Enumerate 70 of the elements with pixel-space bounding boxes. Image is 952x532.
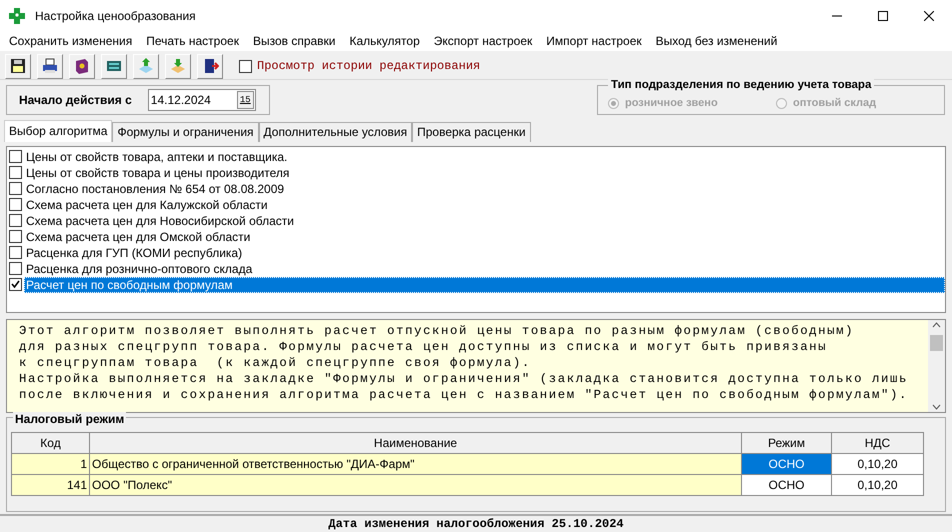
upload-icon	[137, 57, 155, 76]
table-cell: 1	[12, 454, 90, 475]
table-cell: Общество с ограниченной ответственностью "ДИА-Фарм"	[90, 454, 742, 475]
column-header[interactable]: Режим	[742, 432, 832, 454]
checkbox[interactable]	[9, 182, 22, 196]
menu-item[interactable]: Калькулятор	[342, 34, 427, 48]
table-cell: 0,10,20	[832, 474, 924, 496]
checkbox[interactable]	[9, 246, 22, 260]
calendar-button[interactable]: 15	[236, 91, 254, 110]
tab[interactable]: Выбор алгоритма	[4, 120, 112, 142]
checkbox[interactable]	[9, 278, 22, 292]
book-icon	[73, 57, 91, 76]
group-title: Тип подразделения по ведению учета товара	[608, 79, 874, 92]
checkbox[interactable]	[9, 214, 22, 228]
checkbox[interactable]	[9, 262, 22, 276]
scroll-up-icon[interactable]	[932, 322, 941, 328]
field-label: Начало действия с	[19, 93, 132, 108]
table-cell: ОСНО	[742, 474, 832, 496]
list-item[interactable]: Цены от свойств товара, аптеки и поставщика.	[24, 148, 945, 165]
list-item[interactable]: Согласно постановления № 654 от 08.08.2009	[24, 180, 945, 197]
group-title: Налоговый режим	[13, 412, 126, 426]
menu-item[interactable]: Импорт настроек	[539, 34, 649, 48]
list-item[interactable]: Расчет цен по свободным формулам	[24, 276, 945, 293]
menu-item[interactable]: Сохранить изменения	[2, 34, 140, 48]
tab[interactable]: Формулы и ограничения	[112, 122, 259, 142]
checkbox-label: Просмотр истории редактирования	[257, 59, 480, 74]
tab[interactable]: Дополнительные условия	[258, 122, 412, 142]
book-button[interactable]	[69, 54, 95, 79]
checkbox[interactable]	[9, 150, 22, 164]
checkbox[interactable]	[9, 230, 22, 244]
download-button[interactable]	[165, 54, 191, 79]
list-item[interactable]: Расценка для розничнo-оптового склада	[24, 260, 945, 277]
list-item[interactable]: Расценка для ГУП (КОМИ республика)	[24, 244, 945, 261]
column-header[interactable]: Наименование	[90, 432, 742, 454]
radio-label: оптовый склад	[793, 97, 876, 110]
save-button[interactable]	[5, 54, 31, 79]
menu-item[interactable]: Вызов справки	[246, 34, 343, 48]
scroll-down-icon[interactable]	[932, 404, 941, 410]
radio-label: розничное звено	[625, 97, 718, 110]
table-cell: ОСНО	[742, 454, 832, 475]
column-header[interactable]: Код	[12, 432, 90, 454]
column-header[interactable]: НДС	[832, 432, 924, 454]
calculator-button[interactable]	[101, 54, 127, 79]
checkbox[interactable]	[9, 198, 22, 212]
tab[interactable]: Проверка расценки	[412, 122, 531, 142]
window-title: Настройка ценообразования	[35, 9, 197, 23]
download-icon	[169, 57, 187, 76]
table-cell: 141	[12, 474, 90, 496]
save-icon	[9, 57, 27, 76]
printer-icon	[41, 57, 59, 76]
exit-door-button[interactable]	[197, 54, 223, 79]
table-cell: ООО "Полекс"	[90, 474, 742, 496]
menu-item[interactable]: Выход без изменений	[648, 34, 784, 48]
cross-icon	[9, 8, 25, 24]
table-cell: 0,10,20	[832, 454, 924, 475]
date-field[interactable]: 14.12.2024 15	[148, 89, 256, 112]
list-item[interactable]: Схема расчета цен для Калужской области	[24, 196, 945, 213]
menu-item[interactable]: Экспорт настроек	[426, 34, 540, 48]
description-text: Этот алгоритм позволяет выполнять расчет отпускной цены товара по разным формулам (свободным) для разных спецгрупп товара. Формулы расчета цен доступны из списка и могут быть привязаны к спецгруппам товара (к каждой спецгруппе своя формула). Настройка выполняется на закладке "Формулы и ограничения" (закладка становится доступна только лишь после включения и сохранения алгоритма расчета цен с названием "Расчет цен по свободным формулам").	[18, 322, 909, 404]
list-item[interactable]: Схема расчета цен для Новосибирской области	[24, 212, 945, 229]
checkbox[interactable]	[239, 60, 252, 73]
checkbox[interactable]	[9, 166, 22, 180]
status-bar: Дата изменения налогообложения 25.10.2024	[0, 514, 952, 532]
printer-button[interactable]	[37, 54, 63, 79]
list-item[interactable]: Цены от свойств товара и цены производителя	[24, 164, 945, 181]
scroll-thumb[interactable]	[930, 334, 943, 351]
scrollbar[interactable]	[928, 320, 945, 412]
list-item[interactable]: Схема расчета цен для Омской области	[24, 228, 945, 245]
menu-item[interactable]: Печать настроек	[139, 34, 246, 48]
upload-button[interactable]	[133, 54, 159, 79]
